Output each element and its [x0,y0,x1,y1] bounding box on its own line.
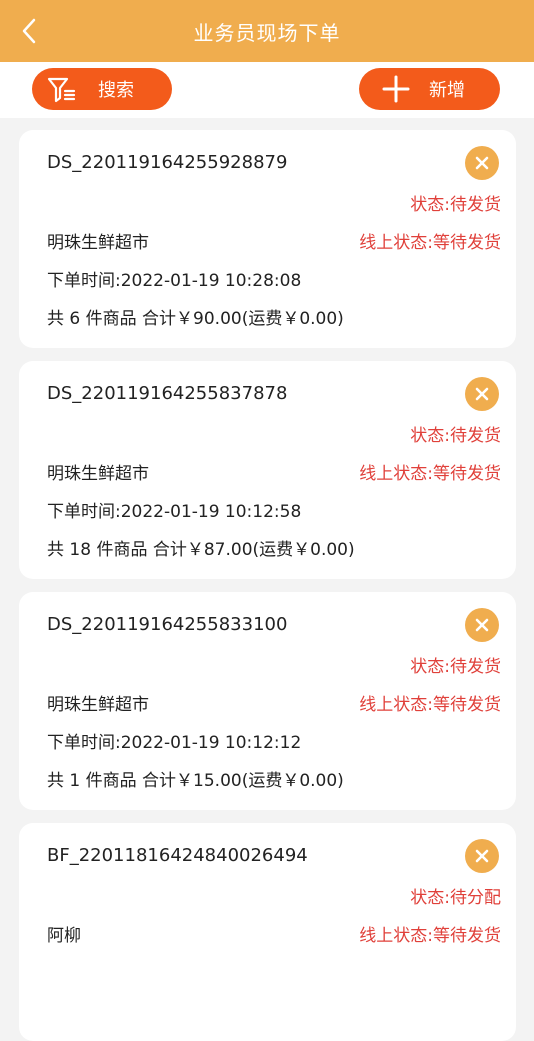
close-icon [475,156,489,170]
shop-name: 明珠生鲜超市 [47,233,149,253]
close-icon [475,849,489,863]
online-status: 线上状态:等待发货 [359,926,501,946]
order-time: 下单时间:2022-01-19 10:12:12 [47,733,302,753]
delete-order-button[interactable] [465,839,499,873]
search-button-label: 搜索 [98,80,134,101]
order-time: 下单时间:2022-01-19 10:12:58 [47,502,302,522]
order-number: DS_220119164255833100 [47,614,288,635]
filter-icon [44,74,78,104]
back-button[interactable] [14,16,44,46]
search-button[interactable]: 搜索 [32,68,172,110]
plus-icon [381,75,411,103]
delete-order-button[interactable] [465,377,499,411]
order-number: DS_220119164255928879 [47,152,288,173]
order-status: 状态:待发货 [410,426,501,446]
top-bar: 业务员现场下单 [0,0,534,62]
online-status: 线上状态:等待发货 [359,464,501,484]
add-button-label: 新增 [429,80,465,101]
online-status: 线上状态:等待发货 [359,233,501,253]
delete-order-button[interactable] [465,608,499,642]
add-button[interactable]: 新增 [359,68,500,110]
online-status: 线上状态:等待发货 [359,695,501,715]
delete-order-button[interactable] [465,146,499,180]
shop-name: 阿柳 [47,926,81,946]
order-status: 状态:待发货 [410,657,501,677]
order-time: 下单时间:2022-01-19 10:28:08 [47,271,302,291]
order-status: 状态:待发货 [410,195,501,215]
chevron-left-icon [22,18,36,44]
order-number: BF_220118164248400264​94 [47,845,308,866]
order-summary: 共 6 件商品 合计￥90.00(运费￥0.00) [47,309,344,329]
order-summary: 共 1 件商品 合计￥15.00(运费￥0.00) [47,771,344,791]
order-card[interactable]: DS_220119164255928879 状态:待发货 明珠生鲜超市 线上状态… [19,130,516,348]
shop-name: 明珠生鲜超市 [47,464,149,484]
order-status: 状态:待分配 [410,888,501,908]
shop-name: 明珠生鲜超市 [47,695,149,715]
order-card[interactable]: DS_220119164255837878 状态:待发货 明珠生鲜超市 线上状态… [19,361,516,579]
close-icon [475,387,489,401]
order-card[interactable]: DS_220119164255833100 状态:待发货 明珠生鲜超市 线上状态… [19,592,516,810]
toolbar: 搜索 新增 [0,62,534,118]
page-title: 业务员现场下单 [193,20,341,45]
order-card[interactable]: BF_220118164248400264​94 状态:待分配 阿柳 线上状态:… [19,823,516,1041]
close-icon [475,618,489,632]
order-number: DS_220119164255837878 [47,383,288,404]
order-summary: 共 18 件商品 合计￥87.00(运费￥0.00) [47,540,355,560]
